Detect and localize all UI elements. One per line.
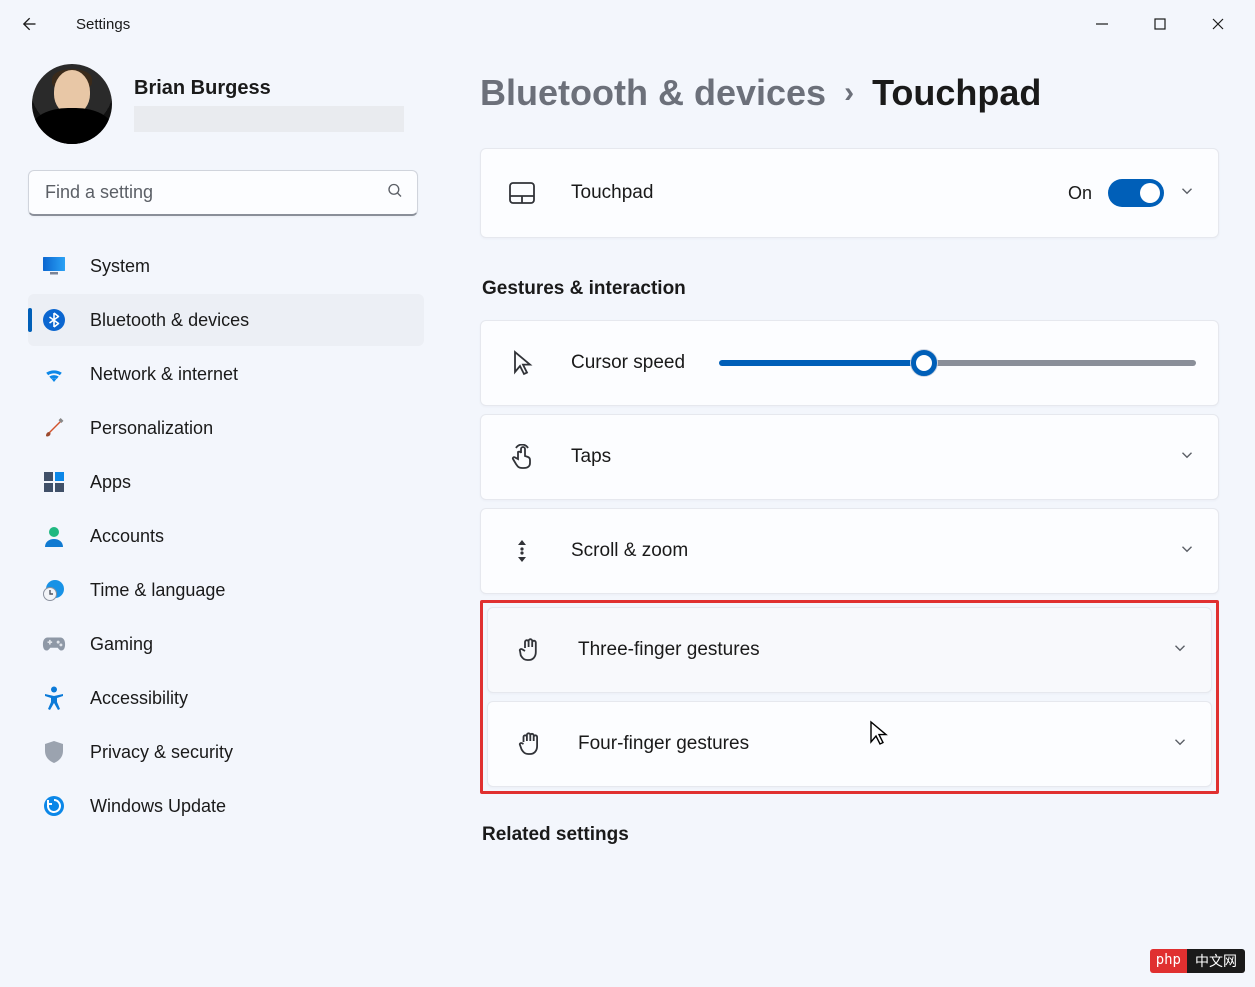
four-finger-label: Four-finger gestures	[578, 733, 749, 755]
watermark-right: 中文网	[1187, 949, 1245, 973]
search-icon	[386, 182, 404, 205]
sidebar-item-label: Personalization	[90, 418, 213, 439]
nav-list: System Bluetooth & devices Network & int…	[28, 240, 424, 832]
highlight-annotation: Three-finger gestures Four-finger gestur…	[480, 600, 1219, 794]
hand-icon	[514, 637, 544, 663]
page-title: Touchpad	[872, 72, 1041, 114]
sidebar-item-label: Accessibility	[90, 688, 188, 709]
chevron-down-icon	[1171, 733, 1189, 756]
taps-card[interactable]: Taps	[480, 414, 1219, 500]
three-finger-label: Three-finger gestures	[578, 639, 760, 661]
display-icon	[42, 254, 66, 278]
sidebar-item-gaming[interactable]: Gaming	[28, 618, 424, 670]
main-content: Bluetooth & devices › Touchpad Touchpad …	[440, 48, 1255, 987]
section-gestures-title: Gestures & interaction	[482, 278, 1219, 300]
sidebar-item-label: Network & internet	[90, 364, 238, 385]
sidebar-item-update[interactable]: Windows Update	[28, 780, 424, 832]
minimize-button[interactable]	[1073, 4, 1131, 44]
sidebar-item-bluetooth[interactable]: Bluetooth & devices	[28, 294, 424, 346]
shield-icon	[42, 740, 66, 764]
user-name: Brian Burgess	[134, 77, 404, 100]
sidebar-item-accessibility[interactable]: Accessibility	[28, 672, 424, 724]
chevron-down-icon	[1178, 446, 1196, 469]
watermark: php 中文网	[1150, 949, 1245, 973]
sidebar-item-label: Accounts	[90, 526, 164, 547]
sidebar-item-label: Windows Update	[90, 796, 226, 817]
user-subtext-redacted	[134, 106, 404, 132]
sidebar-item-privacy[interactable]: Privacy & security	[28, 726, 424, 778]
cursor-speed-card: Cursor speed	[480, 320, 1219, 406]
minimize-icon	[1095, 17, 1109, 31]
breadcrumb: Bluetooth & devices › Touchpad	[480, 72, 1219, 114]
search-input[interactable]	[28, 170, 418, 216]
back-button[interactable]	[8, 4, 48, 44]
watermark-left: php	[1150, 949, 1187, 973]
bluetooth-icon	[42, 308, 66, 332]
sidebar-item-label: System	[90, 256, 150, 277]
sidebar-item-label: Bluetooth & devices	[90, 310, 249, 331]
close-icon	[1211, 17, 1225, 31]
scroll-zoom-card[interactable]: Scroll & zoom	[480, 508, 1219, 594]
hand-icon	[514, 731, 544, 757]
sidebar-item-accounts[interactable]: Accounts	[28, 510, 424, 562]
sidebar-item-personalization[interactable]: Personalization	[28, 402, 424, 454]
accessibility-icon	[42, 686, 66, 710]
apps-icon	[42, 470, 66, 494]
cursor-speed-slider[interactable]	[719, 360, 1196, 366]
person-icon	[42, 524, 66, 548]
maximize-button[interactable]	[1131, 4, 1189, 44]
cursor-speed-label: Cursor speed	[571, 352, 685, 374]
taps-label: Taps	[571, 446, 611, 468]
sidebar-item-label: Gaming	[90, 634, 153, 655]
chevron-right-icon: ›	[844, 76, 854, 110]
maximize-icon	[1153, 17, 1167, 31]
chevron-down-icon	[1178, 540, 1196, 563]
titlebar: Settings	[0, 0, 1255, 48]
sidebar: Brian Burgess System Bluetooth & dev	[0, 48, 440, 987]
touchpad-label: Touchpad	[571, 182, 653, 204]
globe-clock-icon	[42, 578, 66, 602]
three-finger-card[interactable]: Three-finger gestures	[487, 607, 1212, 693]
four-finger-card[interactable]: Four-finger gestures	[487, 701, 1212, 787]
update-icon	[42, 794, 66, 818]
close-button[interactable]	[1189, 4, 1247, 44]
touchpad-toggle[interactable]: On	[1068, 179, 1164, 207]
tap-icon	[507, 444, 537, 470]
touchpad-icon	[507, 181, 537, 205]
sidebar-item-time[interactable]: Time & language	[28, 564, 424, 616]
sidebar-item-apps[interactable]: Apps	[28, 456, 424, 508]
paintbrush-icon	[42, 416, 66, 440]
wifi-icon	[42, 362, 66, 386]
toggle-switch[interactable]	[1108, 179, 1164, 207]
sidebar-item-system[interactable]: System	[28, 240, 424, 292]
toggle-state-label: On	[1068, 183, 1092, 204]
breadcrumb-parent[interactable]: Bluetooth & devices	[480, 72, 826, 114]
search-box[interactable]	[28, 170, 418, 216]
window-controls	[1073, 4, 1247, 44]
gamepad-icon	[42, 632, 66, 656]
avatar	[32, 64, 112, 144]
app-title: Settings	[76, 16, 130, 33]
chevron-down-icon	[1171, 639, 1189, 662]
cursor-icon	[507, 350, 537, 376]
touchpad-toggle-card[interactable]: Touchpad On	[480, 148, 1219, 238]
scroll-zoom-label: Scroll & zoom	[571, 540, 688, 562]
profile[interactable]: Brian Burgess	[28, 58, 424, 166]
arrow-left-icon	[18, 14, 38, 34]
chevron-down-icon	[1178, 182, 1196, 205]
sidebar-item-label: Time & language	[90, 580, 225, 601]
scroll-icon	[507, 538, 537, 564]
sidebar-item-label: Privacy & security	[90, 742, 233, 763]
section-related-title: Related settings	[482, 824, 1219, 846]
slider-thumb[interactable]	[911, 350, 937, 376]
sidebar-item-network[interactable]: Network & internet	[28, 348, 424, 400]
sidebar-item-label: Apps	[90, 472, 131, 493]
